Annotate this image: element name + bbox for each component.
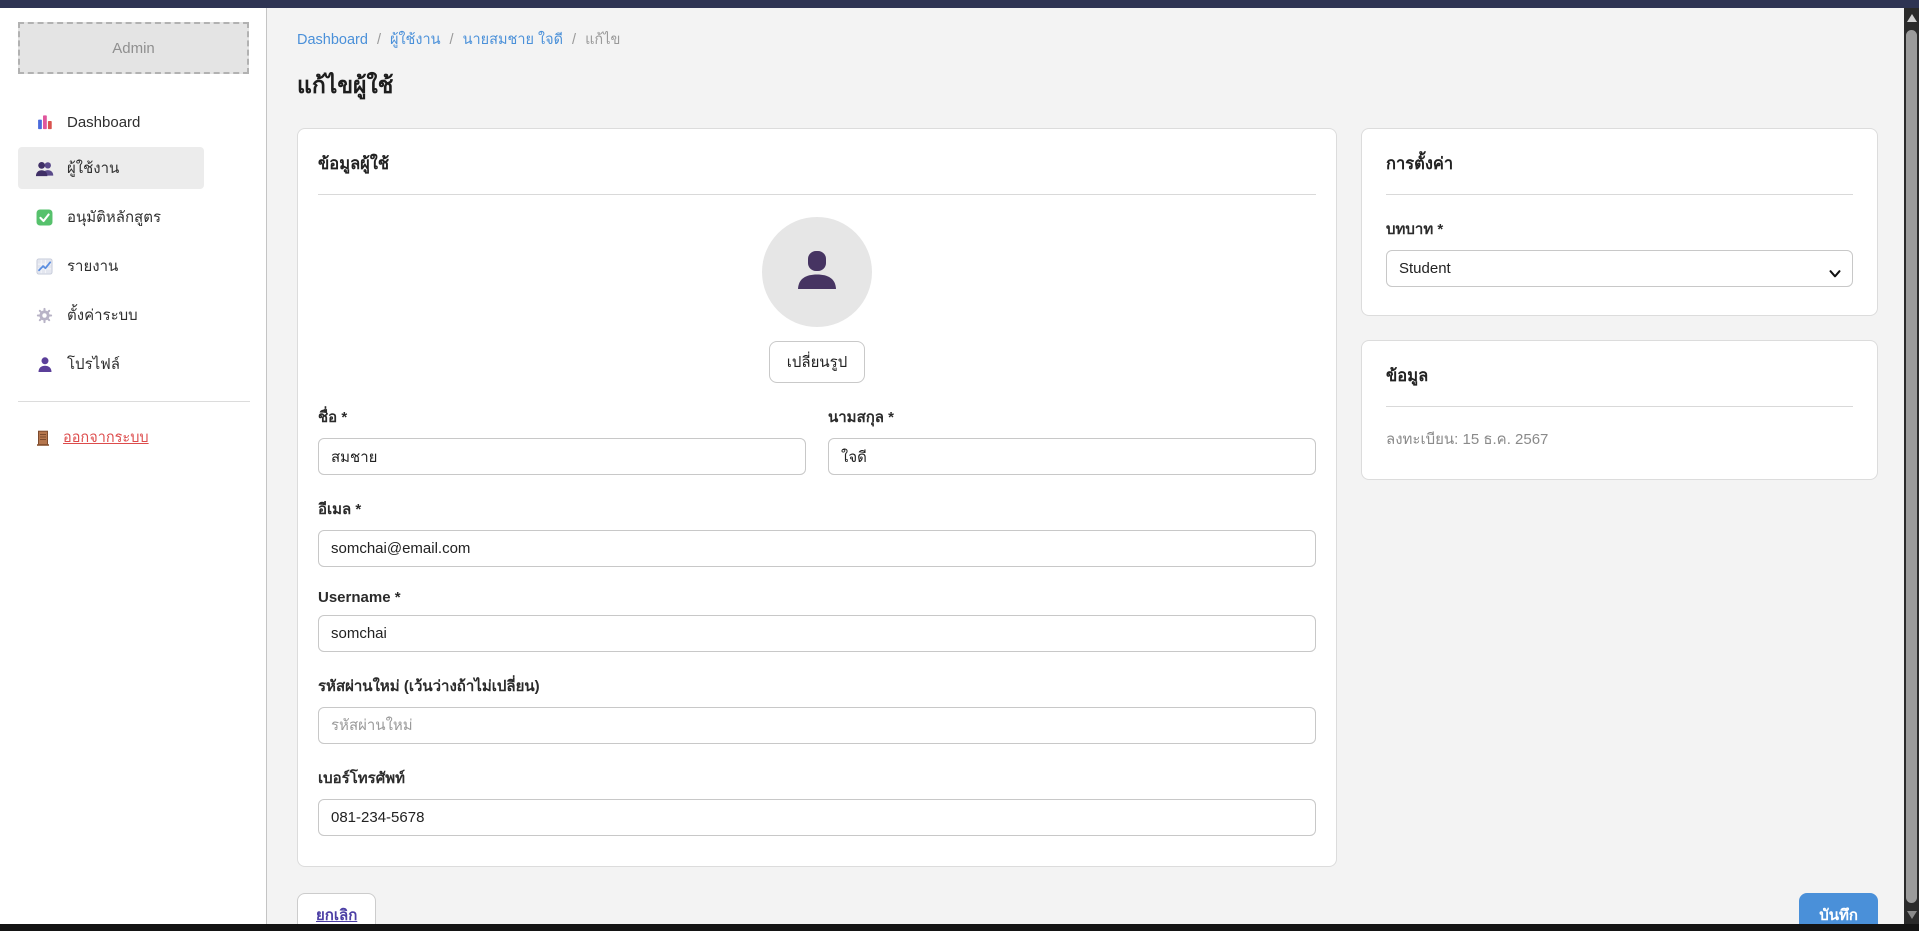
username-group: Username * (318, 589, 1316, 652)
scrollbar-down-arrow-icon[interactable] (1907, 911, 1917, 919)
breadcrumb-link-dashboard[interactable]: Dashboard (297, 32, 368, 48)
password-label: รหัสผ่านใหม่ (เว้นว่างถ้าไม่เปลี่ยน) (318, 674, 1316, 698)
username-label: Username * (318, 589, 1316, 606)
card-title: ข้อมูล (1386, 363, 1853, 389)
first-name-field[interactable] (318, 438, 806, 475)
sidebar-menu: Dashboard ผู้ใช้งาน (0, 104, 266, 385)
sidebar-item-users[interactable]: ผู้ใช้งาน (18, 147, 204, 189)
sidebar-item-label: ตั้งค่าระบบ (67, 303, 138, 327)
required-asterisk: * (888, 409, 894, 426)
card-title: ข้อมูลผู้ใช้ (318, 151, 1316, 177)
sidebar-item-label: ผู้ใช้งาน (67, 156, 119, 180)
person-icon (35, 355, 54, 373)
label-text: Username (318, 589, 391, 606)
label-text: รหัสผ่านใหม่ (เว้นว่างถ้าไม่เปลี่ยน) (318, 678, 540, 695)
page-title: แก้ไขผู้ใช้ (297, 68, 1892, 104)
user-info-card: ข้อมูลผู้ใช้ เปลี่ยนร (297, 128, 1337, 867)
first-name-group: ชื่อ * (318, 405, 806, 475)
password-group: รหัสผ่านใหม่ (เว้นว่างถ้าไม่เปลี่ยน) (318, 674, 1316, 744)
breadcrumb-current: แก้ไข (585, 28, 620, 51)
avatar (762, 217, 872, 327)
email-label: อีเมล * (318, 497, 1316, 521)
username-field[interactable] (318, 615, 1316, 652)
right-column: การตั้งค่า บทบาท * Student (1361, 128, 1878, 504)
brand-logo: Admin (18, 22, 249, 74)
breadcrumb-separator: / (377, 32, 381, 48)
required-asterisk: * (355, 501, 361, 518)
card-title-divider (1386, 194, 1853, 195)
check-icon (35, 208, 54, 226)
role-select[interactable]: Student (1386, 250, 1853, 287)
label-text: อีเมล (318, 501, 351, 518)
sidebar-item-system-settings[interactable]: ตั้งค่าระบบ (18, 294, 204, 336)
app-root: Admin Dashboard (0, 0, 1919, 931)
last-name-field[interactable] (828, 438, 1316, 475)
card-title: การตั้งค่า (1386, 151, 1853, 177)
window-scrollbar[interactable] (1904, 8, 1919, 924)
gear-icon (35, 306, 54, 324)
window-bottom-border (0, 924, 1919, 931)
role-select-wrap: Student (1386, 250, 1853, 287)
sidebar-item-label: อนุมัติหลักสูตร (67, 205, 161, 229)
sidebar-item-dashboard[interactable]: Dashboard (18, 104, 204, 140)
breadcrumb: Dashboard / ผู้ใช้งาน / นายสมชาย ใจดี / … (297, 28, 1892, 51)
sidebar-item-label: โปรไฟล์ (67, 352, 120, 376)
breadcrumb-link-users[interactable]: ผู้ใช้งาน (390, 28, 441, 51)
label-text: ชื่อ (318, 409, 337, 426)
new-password-field[interactable] (318, 707, 1316, 744)
info-card: ข้อมูล ลงทะเบียน: 15 ธ.ค. 2567 (1361, 340, 1878, 480)
role-group: บทบาท * Student (1386, 217, 1853, 287)
bar-chart-icon (35, 113, 54, 131)
settings-card: การตั้งค่า บทบาท * Student (1361, 128, 1878, 316)
registered-date-text: ลงทะเบียน: 15 ธ.ค. 2567 (1386, 427, 1853, 451)
sidebar-item-profile[interactable]: โปรไฟล์ (18, 343, 204, 385)
photo-section: เปลี่ยนรูป (318, 217, 1316, 383)
label-text: บทบาท (1386, 221, 1433, 238)
last-name-label: นามสกุล * (828, 405, 1316, 429)
change-photo-button[interactable]: เปลี่ยนรูป (769, 341, 865, 383)
scrollbar-up-arrow-icon[interactable] (1907, 14, 1917, 22)
sidebar-item-label: Dashboard (67, 114, 140, 131)
breadcrumb-separator: / (450, 32, 454, 48)
required-asterisk: * (395, 589, 401, 606)
required-asterisk: * (1437, 221, 1443, 238)
email-group: อีเมล * (318, 497, 1316, 567)
sidebar-item-approve-courses[interactable]: อนุมัติหลักสูตร (18, 196, 204, 238)
card-title-divider (318, 194, 1316, 195)
sidebar-divider (18, 401, 250, 402)
label-text: เบอร์โทรศัพท์ (318, 770, 405, 787)
sidebar-item-reports[interactable]: รายงาน (18, 245, 204, 287)
person-silhouette-icon (789, 242, 845, 303)
line-chart-icon (35, 257, 54, 275)
breadcrumb-link-user-name[interactable]: นายสมชาย ใจดี (463, 28, 563, 51)
phone-field[interactable] (318, 799, 1316, 836)
email-field[interactable] (318, 530, 1316, 567)
door-icon (35, 430, 51, 446)
label-text: นามสกุล (828, 409, 884, 426)
breadcrumb-separator: / (572, 32, 576, 48)
card-title-divider (1386, 406, 1853, 407)
first-name-label: ชื่อ * (318, 405, 806, 429)
logout-label: ออกจากระบบ (63, 426, 149, 449)
logout-link[interactable]: ออกจากระบบ (0, 426, 266, 449)
scrollbar-thumb[interactable] (1906, 30, 1917, 903)
window-top-border (0, 0, 1919, 8)
required-asterisk: * (341, 409, 347, 426)
role-label: บทบาท * (1386, 217, 1853, 241)
phone-group: เบอร์โทรศัพท์ (318, 766, 1316, 836)
sidebar: Admin Dashboard (0, 8, 267, 931)
content-row: ข้อมูลผู้ใช้ เปลี่ยนร (297, 128, 1892, 867)
sidebar-item-label: รายงาน (67, 254, 118, 278)
users-icon (35, 159, 54, 177)
main-content: Dashboard / ผู้ใช้งาน / นายสมชาย ใจดี / … (267, 8, 1919, 931)
name-row: ชื่อ * นามสกุล * (318, 383, 1316, 475)
phone-label: เบอร์โทรศัพท์ (318, 766, 1316, 790)
last-name-group: นามสกุล * (828, 405, 1316, 475)
